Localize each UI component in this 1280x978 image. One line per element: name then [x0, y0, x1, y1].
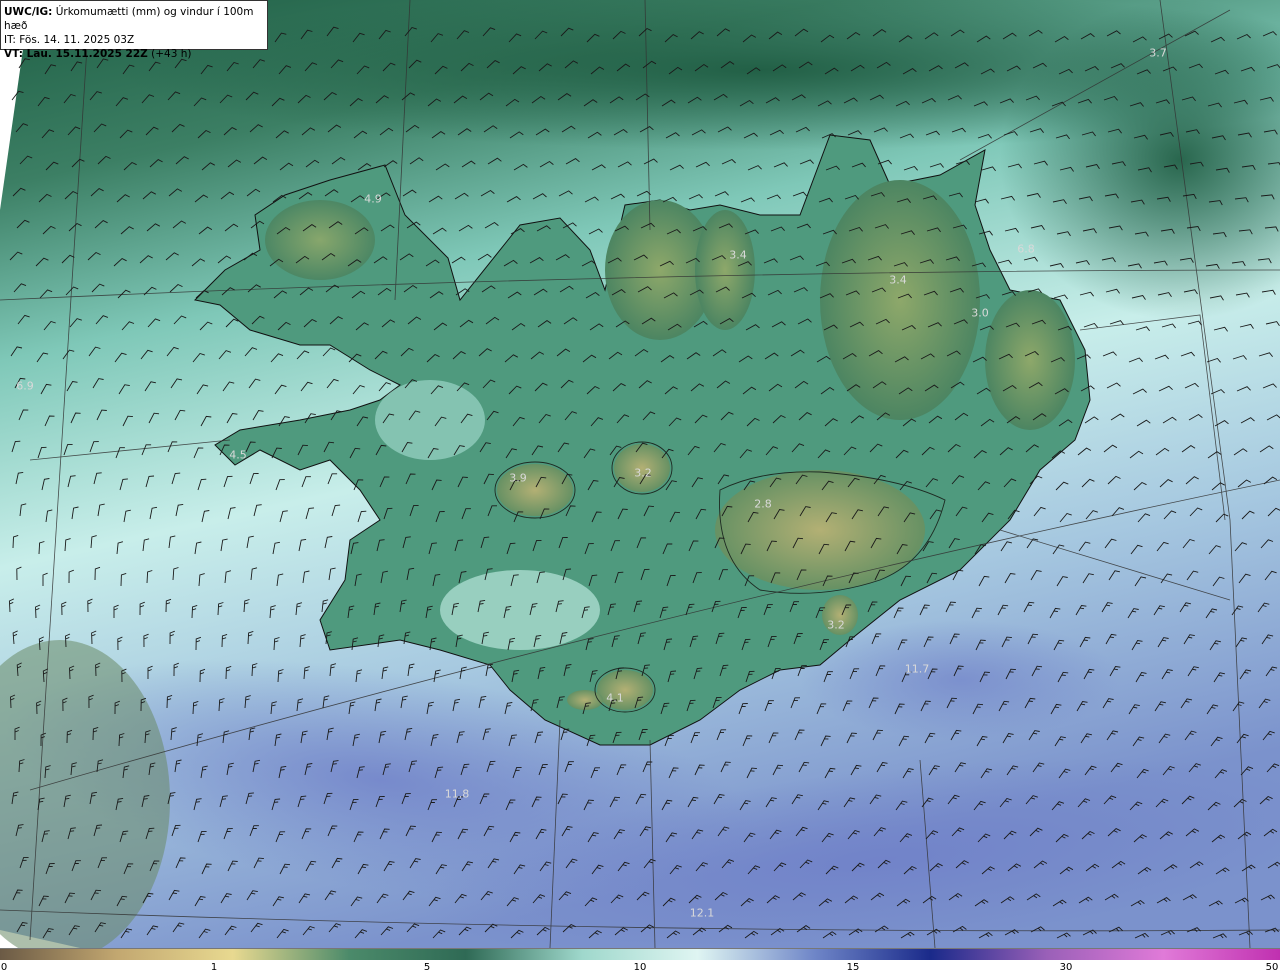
- colorbar-tick: 0: [0, 962, 8, 973]
- map-value: 3.4: [889, 273, 907, 287]
- map-value: 4.9: [364, 192, 382, 206]
- colorbar-tick: 10: [633, 962, 647, 973]
- glacier-vatnajokull: [715, 470, 925, 590]
- map-value: 6.9: [16, 379, 34, 393]
- map-value: 3.2: [827, 618, 845, 632]
- colorbar-tick: 50: [1265, 962, 1279, 973]
- map-value: 6.8: [1017, 242, 1035, 256]
- lowland-west: [375, 380, 485, 460]
- map-value: 3.7: [1149, 46, 1167, 60]
- colorbar-tick: 30: [1059, 962, 1073, 973]
- product-code: UWC/IG:: [4, 6, 53, 18]
- highland-east: [985, 290, 1075, 430]
- map-value: 11.7: [904, 662, 930, 676]
- highland-westfjords: [265, 200, 375, 280]
- valid-time-line: VT: Lau. 15.11.2025 22Z (+43 h): [4, 47, 264, 61]
- colorbar: [0, 948, 1280, 960]
- title-line: UWC/IG: Úrkomumætti (mm) og vindur í 100…: [4, 5, 264, 33]
- initial-time: IT: Fös. 14. 11. 2025 03Z: [4, 34, 135, 46]
- map-value: 3.9: [509, 471, 527, 485]
- map-value: 4.1: [606, 691, 624, 705]
- map-value: 3.2: [634, 466, 652, 480]
- highland-northeast: [820, 180, 980, 420]
- map-value: 12.1: [689, 906, 715, 920]
- map-area: UWC/IG: Úrkomumætti (mm) og vindur í 100…: [0, 0, 1280, 948]
- title-box: UWC/IG: Úrkomumætti (mm) og vindur í 100…: [0, 0, 268, 60]
- map-value: 3.0: [971, 306, 989, 320]
- map-value: 2.8: [754, 497, 772, 511]
- forecast-hour: (+43 h): [151, 48, 192, 60]
- valid-time: VT: Lau. 15.11.2025 22Z: [4, 48, 148, 60]
- colorbar-labels: 0 1 5 10 15 30 50: [0, 962, 1280, 978]
- colorbar-tick: 5: [423, 962, 431, 973]
- colorbar-tick: 15: [846, 962, 860, 973]
- map-value: 11.8: [444, 787, 470, 801]
- lowland-southwest: [440, 570, 600, 650]
- map-value: 4.5: [229, 448, 247, 462]
- map-value: 3.4: [729, 248, 747, 262]
- colorbar-tick: 1: [210, 962, 218, 973]
